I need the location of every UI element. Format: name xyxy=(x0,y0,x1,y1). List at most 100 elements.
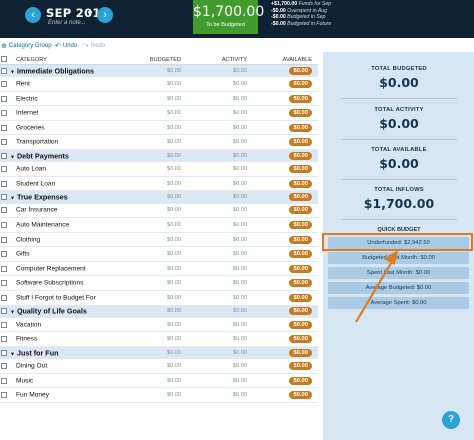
activity-cell[interactable]: $0.00 xyxy=(233,336,247,342)
available-pill[interactable]: $0.00 xyxy=(289,293,312,302)
row-checkbox[interactable] xyxy=(1,207,7,214)
budgeted-cell[interactable]: $0.00 xyxy=(167,125,181,131)
row-checkbox[interactable] xyxy=(1,67,7,74)
category-name[interactable]: Electric xyxy=(16,95,38,102)
available-pill[interactable]: $0.00 xyxy=(289,165,312,174)
category-name[interactable]: Transportation xyxy=(16,139,58,146)
activity-cell[interactable]: $0.00 xyxy=(233,237,247,243)
available-pill[interactable]: $0.00 xyxy=(289,279,312,288)
category-name[interactable]: Car Insurance xyxy=(16,207,57,214)
category-row[interactable]: Vacation $0.00 $0.00 $0.00 xyxy=(0,318,318,333)
row-checkbox[interactable] xyxy=(1,110,7,117)
category-row[interactable]: Computer Replacement $0.00 $0.00 $0.00 xyxy=(0,262,318,277)
collapse-caret-icon[interactable]: ▼ xyxy=(10,154,15,160)
activity-cell[interactable]: $0.00 xyxy=(233,378,247,384)
budgeted-cell[interactable]: $0.00 xyxy=(167,295,181,301)
category-row[interactable]: Internet $0.00 $0.00 $0.00 xyxy=(0,106,318,121)
activity-cell[interactable]: $0.00 xyxy=(233,68,247,74)
available-pill[interactable]: $0.00 xyxy=(289,362,312,370)
activity-cell[interactable]: $0.00 xyxy=(233,266,247,272)
budgeted-cell[interactable]: $0.00 xyxy=(167,336,181,342)
row-checkbox[interactable] xyxy=(1,124,7,131)
row-checkbox[interactable] xyxy=(1,349,7,356)
category-group-row[interactable]: ▼ Just for Fun $0.00 $0.00 $0.00 xyxy=(0,346,318,360)
budgeted-cell[interactable]: $0.00 xyxy=(167,251,181,257)
row-checkbox[interactable] xyxy=(1,95,7,102)
month-note-input[interactable]: Enter a note... xyxy=(48,20,86,26)
category-row[interactable]: Dining Out $0.00 $0.00 $0.00 xyxy=(0,359,318,374)
budgeted-cell[interactable]: $0.00 xyxy=(167,139,181,145)
budgeted-cell[interactable]: $0.00 xyxy=(167,194,181,200)
category-row[interactable]: Fun Money $0.00 $0.00 $0.00 xyxy=(0,388,318,403)
available-pill[interactable]: $0.00 xyxy=(289,376,312,385)
activity-cell[interactable]: $0.00 xyxy=(233,153,247,159)
category-group-row[interactable]: ▼ Immediate Obligations $0.00 $0.00 $0.00 xyxy=(0,65,318,78)
available-pill[interactable]: $0.00 xyxy=(289,109,312,118)
category-name[interactable]: Music xyxy=(16,377,33,384)
available-pill[interactable]: $0.00 xyxy=(289,138,312,147)
row-checkbox[interactable] xyxy=(1,251,7,258)
activity-cell[interactable]: $0.00 xyxy=(233,139,247,145)
budgeted-cell[interactable]: $0.00 xyxy=(167,392,181,398)
available-pill[interactable]: $0.00 xyxy=(289,221,312,230)
activity-cell[interactable]: $0.00 xyxy=(233,125,247,131)
activity-cell[interactable]: $0.00 xyxy=(233,207,247,213)
row-checkbox[interactable] xyxy=(1,294,7,301)
month-dropdown-icon[interactable]: ▼ xyxy=(86,9,94,18)
available-pill[interactable]: $0.00 xyxy=(289,206,312,215)
available-pill[interactable]: $0.00 xyxy=(289,151,312,160)
category-row[interactable]: Gifts $0.00 $0.00 $0.00 xyxy=(0,247,318,262)
row-checkbox[interactable] xyxy=(1,308,7,315)
available-pill[interactable]: $0.00 xyxy=(289,94,312,103)
previous-month-button[interactable]: ‹ xyxy=(25,7,41,23)
available-pill[interactable]: $0.00 xyxy=(289,391,312,400)
category-row[interactable]: Transportation $0.00 $0.00 $0.00 xyxy=(0,135,318,151)
activity-cell[interactable]: $0.00 xyxy=(233,194,247,200)
activity-cell[interactable]: $0.00 xyxy=(233,322,247,328)
available-pill[interactable]: $0.00 xyxy=(289,307,312,316)
quick-budget-average-spent-button[interactable]: Average Spent: $0.00 xyxy=(328,297,469,309)
available-pill[interactable]: $0.00 xyxy=(289,179,312,188)
row-checkbox[interactable] xyxy=(1,392,7,399)
activity-cell[interactable]: $0.00 xyxy=(233,251,247,257)
available-pill[interactable]: $0.00 xyxy=(289,66,312,75)
budgeted-cell[interactable]: $0.00 xyxy=(167,68,181,74)
category-group-name[interactable]: ▼ Debt Payments xyxy=(10,151,69,160)
category-name[interactable]: Fun Money xyxy=(16,392,49,399)
budgeted-cell[interactable]: $0.00 xyxy=(167,81,181,87)
row-checkbox[interactable] xyxy=(1,81,7,88)
redo-button[interactable]: ↷ Redo xyxy=(83,42,105,50)
row-checkbox[interactable] xyxy=(1,280,7,287)
category-row[interactable]: Music $0.00 $0.00 $0.00 xyxy=(0,374,318,389)
category-group-row[interactable]: ▼ True Expenses $0.00 $0.00 $0.00 xyxy=(0,191,318,204)
budgeted-cell[interactable]: $0.00 xyxy=(167,280,181,286)
category-row[interactable]: Car Insurance $0.00 $0.00 $0.00 xyxy=(0,204,318,219)
select-all-checkbox[interactable] xyxy=(1,56,7,62)
category-row[interactable]: Auto Maintenance $0.00 $0.00 $0.00 xyxy=(0,218,318,233)
activity-cell[interactable]: $0.00 xyxy=(233,222,247,228)
activity-cell[interactable]: $0.00 xyxy=(233,110,247,116)
category-group-name[interactable]: ▼ Quality of Life Goals xyxy=(10,307,87,316)
category-name[interactable]: Student Loan xyxy=(16,180,55,187)
activity-cell[interactable]: $0.00 xyxy=(233,81,247,87)
category-group-name[interactable]: ▼ Just for Fun xyxy=(10,348,58,357)
budgeted-cell[interactable]: $0.00 xyxy=(167,266,181,272)
row-checkbox[interactable] xyxy=(1,236,7,243)
category-row[interactable]: Auto Loan $0.00 $0.00 $0.00 xyxy=(0,162,318,177)
budgeted-cell[interactable]: $0.00 xyxy=(167,96,181,102)
category-group-row[interactable]: ▼ Debt Payments $0.00 $0.00 $0.00 xyxy=(0,150,318,163)
budgeted-cell[interactable]: $0.00 xyxy=(167,181,181,187)
row-checkbox[interactable] xyxy=(1,152,7,159)
activity-cell[interactable]: $0.00 xyxy=(233,350,247,356)
budgeted-cell[interactable]: $0.00 xyxy=(167,350,181,356)
available-pill[interactable]: $0.00 xyxy=(289,235,312,244)
next-month-button[interactable]: › xyxy=(97,7,113,23)
category-name[interactable]: Rent xyxy=(16,81,30,88)
category-row[interactable]: Software Subscriptions $0.00 $0.00 $0.00 xyxy=(0,276,318,291)
available-pill[interactable]: $0.00 xyxy=(289,123,312,132)
budgeted-cell[interactable]: $0.00 xyxy=(167,110,181,116)
budgeted-cell[interactable]: $0.00 xyxy=(167,153,181,159)
category-name[interactable]: Clothing xyxy=(16,236,40,243)
category-row[interactable]: Stuff I Forgot to Budget For $0.00 $0.00 $0… xyxy=(0,291,318,306)
category-group-name[interactable]: ▼ Immediate Obligations xyxy=(10,66,94,75)
